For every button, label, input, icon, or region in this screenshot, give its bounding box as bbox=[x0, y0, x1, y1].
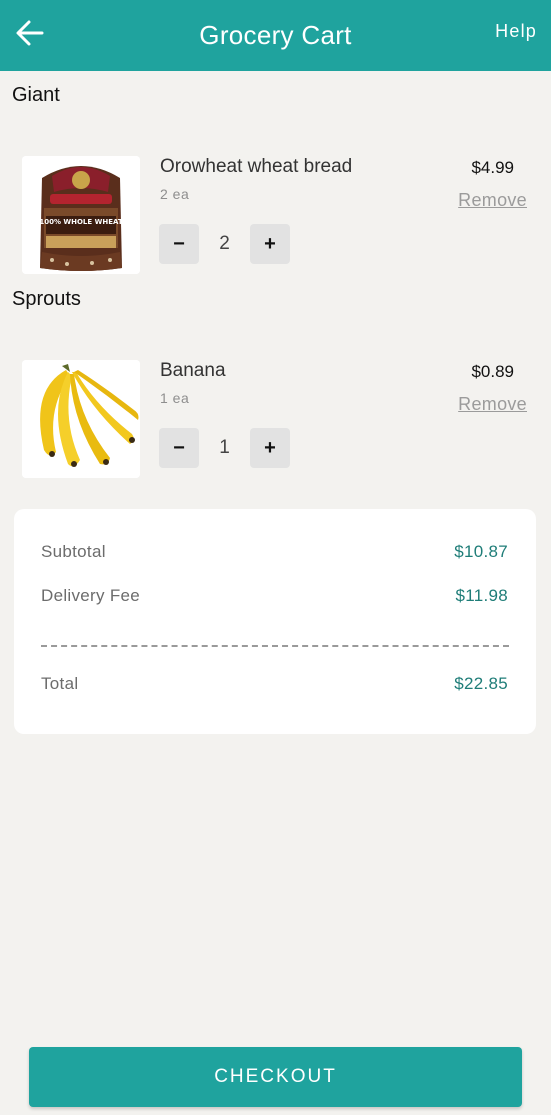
subtotal-value: $10.87 bbox=[454, 542, 508, 561]
remove-item-link[interactable]: Remove bbox=[458, 190, 527, 211]
subtotal-label: Subtotal bbox=[41, 542, 106, 561]
bread-label-text: 100% WHOLE WHEAT bbox=[39, 218, 123, 226]
item-name: Orowheat wheat bread bbox=[160, 156, 353, 177]
store-name-sprouts: Sprouts bbox=[12, 288, 81, 310]
increase-quantity-button[interactable]: + bbox=[250, 224, 290, 264]
arrow-left-icon bbox=[16, 20, 44, 46]
cart-item-bread: 100% WHOLE WHEAT Orowheat wheat bread 2 … bbox=[0, 156, 551, 276]
delivery-fee-label: Delivery Fee bbox=[41, 586, 141, 605]
summary-divider bbox=[41, 645, 509, 647]
checkout-button[interactable]: CHECKOUT bbox=[29, 1047, 522, 1107]
decrease-quantity-button[interactable]: − bbox=[159, 224, 199, 264]
total-value: $22.85 bbox=[454, 674, 508, 693]
store-name-giant: Giant bbox=[12, 84, 60, 106]
delivery-fee-value: $11.98 bbox=[455, 586, 508, 605]
item-price: $0.89 bbox=[471, 362, 514, 381]
back-button[interactable] bbox=[14, 17, 46, 49]
remove-item-link[interactable]: Remove bbox=[458, 394, 527, 415]
quantity-value: 1 bbox=[219, 437, 230, 458]
help-button[interactable]: Help bbox=[495, 21, 537, 42]
item-unit: 2 ea bbox=[160, 186, 190, 202]
bread-image: 100% WHOLE WHEAT bbox=[22, 156, 140, 274]
page-title: Grocery Cart bbox=[199, 20, 352, 50]
item-price: $4.99 bbox=[471, 158, 514, 177]
banana-image bbox=[22, 360, 140, 478]
item-name: Banana bbox=[160, 360, 226, 381]
app-header: Grocery Cart Help bbox=[0, 0, 551, 71]
quantity-value: 2 bbox=[219, 233, 230, 254]
item-unit: 1 ea bbox=[160, 390, 190, 406]
cart-item-banana: Banana 1 ea − 1 + $0.89 Remove bbox=[0, 360, 551, 480]
order-summary-card: Subtotal $10.87 Delivery Fee $11.98 Tota… bbox=[14, 509, 536, 734]
increase-quantity-button[interactable]: + bbox=[250, 428, 290, 468]
decrease-quantity-button[interactable]: − bbox=[159, 428, 199, 468]
total-label: Total bbox=[41, 674, 79, 693]
